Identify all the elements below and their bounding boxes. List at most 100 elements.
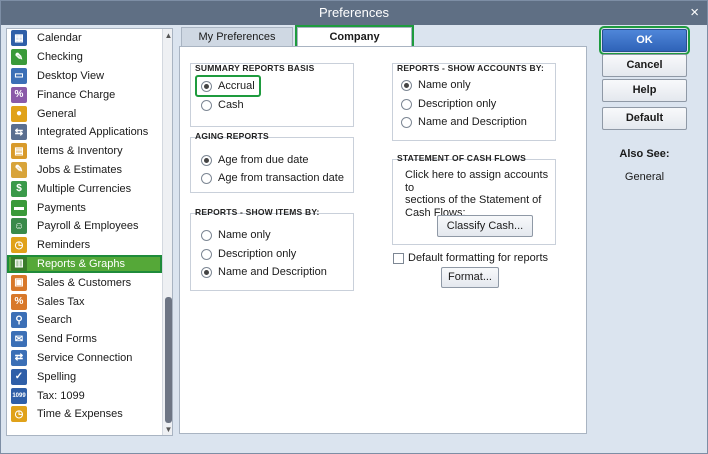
tax-1099-icon: 1099 — [11, 387, 27, 404]
radio-items-name-only[interactable]: Name only — [201, 227, 271, 243]
reminders-icon: ◷ — [11, 237, 27, 254]
sidebar-item-sales-customers[interactable]: ▣ Sales & Customers — [7, 273, 162, 292]
format-button[interactable]: Format... — [441, 267, 499, 288]
sidebar-item-calendar[interactable]: ▦ Calendar — [7, 29, 162, 48]
tab-company-preferences[interactable]: Company Preferences — [295, 25, 414, 61]
jobs-estimates-icon: ✎ — [11, 161, 27, 178]
general-icon: ● — [11, 105, 27, 122]
search-icon: ⚲ — [11, 312, 27, 329]
sidebar-scrollbar[interactable]: ▲ ▼ — [162, 29, 172, 435]
tab-my-preferences[interactable]: My Preferences — [181, 27, 293, 47]
sidebar-item-label: Reminders — [37, 239, 91, 252]
sidebar-item-label: Checking — [37, 51, 83, 64]
default-button[interactable]: Default — [602, 107, 687, 130]
cash-flows-group: STATEMENT OF CASH FLOWS Click here to as… — [392, 153, 556, 245]
scroll-up-arrow-icon[interactable]: ▲ — [164, 31, 172, 40]
radio-accounts-name-only-control[interactable] — [401, 79, 412, 91]
radio-accounts-description-only[interactable]: Description only — [401, 96, 496, 112]
sidebar-item-label: Payroll & Employees — [37, 220, 139, 233]
sidebar-item-items-inventory[interactable]: ▤ Items & Inventory — [7, 142, 162, 161]
radio-items-description-only-control[interactable] — [201, 248, 212, 260]
show-items-by-group: REPORTS - SHOW ITEMS BY: Name only Descr… — [190, 207, 354, 291]
radio-age-due-date-control[interactable] — [201, 154, 212, 166]
radio-cash-label: Cash — [218, 99, 244, 111]
show-items-by-title: REPORTS - SHOW ITEMS BY: — [195, 207, 320, 217]
checking-icon: ✎ — [11, 49, 27, 66]
show-accounts-by-group: REPORTS - SHOW ACCOUNTS BY: Name only De… — [392, 63, 556, 141]
sidebar-item-finance-charge[interactable]: % Finance Charge — [7, 85, 162, 104]
radio-accounts-name-and-description-control[interactable] — [401, 116, 412, 128]
sidebar-item-sales-tax[interactable]: % Sales Tax — [7, 292, 162, 311]
radio-items-description-only[interactable]: Description only — [201, 246, 296, 262]
service-connection-icon: ⇄ — [11, 349, 27, 366]
sidebar-item-reports-graphs[interactable]: ▥ Reports & Graphs — [7, 254, 162, 274]
sidebar-item-label: Desktop View — [37, 69, 105, 82]
calendar-icon: ▦ — [11, 30, 27, 47]
close-icon[interactable]: × — [690, 1, 699, 25]
sidebar-item-search[interactable]: ⚲ Search — [7, 311, 162, 330]
preferences-sidebar: ▦ Calendar ✎ Checking ▭ Desktop View% Finance … — [6, 28, 173, 436]
sidebar-item-label: Spelling — [37, 370, 77, 383]
sidebar-item-label: Reports & Graphs — [37, 257, 126, 270]
sidebar-item-label: General — [37, 107, 77, 120]
radio-age-transaction-date[interactable]: Age from transaction date — [201, 170, 344, 186]
sidebar-item-service-connection[interactable]: ⇄ Service Connection — [7, 349, 162, 368]
payments-icon: ▬ — [11, 199, 27, 216]
sidebar-item-send-forms[interactable]: ✉ Send Forms — [7, 330, 162, 349]
radio-items-name-and-description-control[interactable] — [201, 266, 212, 278]
sidebar-item-spelling[interactable]: ✓ Spelling — [7, 367, 162, 386]
sidebar-item-checking[interactable]: ✎ Checking — [7, 48, 162, 67]
default-formatting-checkbox[interactable] — [393, 253, 404, 264]
sidebar-item-label: Integrated Applications — [37, 126, 149, 139]
radio-items-name-and-description-label: Name and Description — [218, 266, 327, 278]
sidebar-item-tax-1099[interactable]: 1099 Tax: 1099 — [7, 386, 162, 405]
also-see-general-link[interactable]: General — [602, 171, 687, 183]
send-forms-icon: ✉ — [11, 331, 27, 348]
sidebar-item-label: Calendar — [37, 32, 82, 45]
radio-age-transaction-date-control[interactable] — [201, 172, 212, 184]
sidebar-item-integrated-applications[interactable]: ⇆ Integrated Applications — [7, 123, 162, 142]
radio-cash[interactable]: Cash — [201, 97, 244, 113]
radio-accounts-description-only-control[interactable] — [401, 98, 412, 110]
classify-cash-button[interactable]: Classify Cash... — [437, 215, 533, 237]
help-button[interactable]: Help — [602, 79, 687, 102]
sidebar-item-general[interactable]: ● General — [7, 104, 162, 123]
tab-my-preferences-label: My Preferences — [198, 31, 276, 43]
radio-age-due-date-label: Age from due date — [218, 154, 309, 166]
radio-items-description-only-label: Description only — [218, 248, 297, 260]
sidebar-list: ▦ Calendar ✎ Checking ▭ Desktop View% Finance … — [7, 29, 162, 424]
radio-age-due-date[interactable]: Age from due date — [201, 152, 309, 168]
scrollbar-thumb[interactable] — [165, 297, 172, 423]
sidebar-item-payments[interactable]: ▬ Payments — [7, 198, 162, 217]
cancel-button[interactable]: Cancel — [602, 54, 687, 77]
radio-accounts-name-and-description[interactable]: Name and Description — [401, 114, 527, 130]
default-formatting-label: Default formatting for reports — [408, 252, 549, 264]
radio-items-name-only-control[interactable] — [201, 229, 212, 241]
sidebar-item-time-expenses[interactable]: ◷ Time & Expenses — [7, 405, 162, 424]
sidebar-item-desktop-view[interactable]: ▭ Desktop View — [7, 67, 162, 86]
aging-reports-title: AGING REPORTS — [195, 131, 269, 141]
radio-accounts-description-only-label: Description only — [418, 98, 497, 110]
sidebar-item-multiple-currencies[interactable]: $ Multiple Currencies — [7, 179, 162, 198]
radio-items-name-and-description[interactable]: Name and Description — [201, 264, 327, 280]
ok-button[interactable]: OK — [599, 26, 690, 55]
time-expenses-icon: ◷ — [11, 406, 27, 423]
sidebar-item-jobs-estimates[interactable]: ✎ Jobs & Estimates — [7, 161, 162, 180]
sidebar-item-reminders[interactable]: ◷ Reminders — [7, 236, 162, 255]
sidebar-item-label: Jobs & Estimates — [37, 163, 122, 176]
sidebar-item-label: Multiple Currencies — [37, 182, 132, 195]
sales-customers-icon: ▣ — [11, 274, 27, 291]
title-bar: Preferences × — [1, 1, 707, 25]
radio-accounts-name-only[interactable]: Name only — [401, 77, 471, 93]
scroll-down-arrow-icon[interactable]: ▼ — [164, 425, 172, 434]
radio-accrual[interactable]: Accrual — [201, 78, 255, 94]
window-title: Preferences — [318, 5, 390, 20]
sidebar-item-payroll-employees[interactable]: ☺ Payroll & Employees — [7, 217, 162, 236]
also-see-title: Also See: — [619, 148, 670, 160]
spelling-icon: ✓ — [11, 368, 27, 385]
aging-reports-group: AGING REPORTS Age from due date Age from… — [190, 131, 354, 193]
radio-cash-control[interactable] — [201, 99, 212, 111]
integrated-apps-icon: ⇆ — [11, 124, 27, 141]
radio-accrual-control[interactable] — [201, 80, 212, 92]
radio-items-name-only-label: Name only — [218, 229, 271, 241]
